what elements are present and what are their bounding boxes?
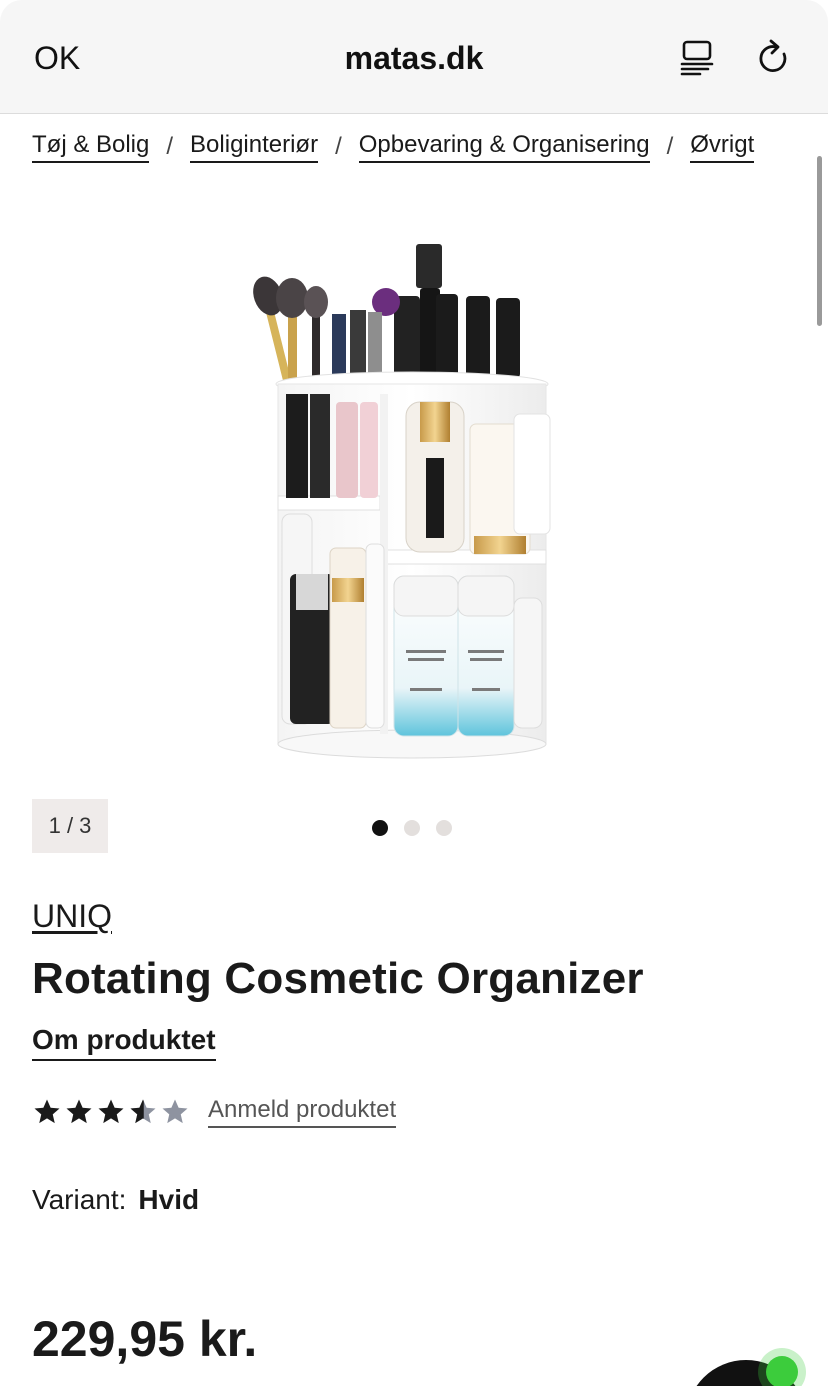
breadcrumb-item-opbevaring[interactable]: Opbevaring & Organisering [358, 131, 650, 163]
pagination-dot-2[interactable] [404, 820, 420, 836]
product-price: 229,95 kr. [32, 1311, 258, 1367]
scrollbar[interactable] [817, 156, 822, 326]
star-half-icon [130, 1099, 156, 1124]
about-product-link[interactable]: Om produktet [32, 1024, 216, 1061]
variant-value: Hvid [138, 1184, 200, 1215]
browser-toolbar: OK matas.dk [0, 0, 828, 114]
rating-stars [32, 1097, 190, 1127]
breadcrumb: Tøj & Bolig / Boliginteriør / Opbevaring… [32, 127, 802, 167]
star-empty-icon [162, 1099, 188, 1124]
reload-icon[interactable] [754, 38, 794, 78]
review-product-link[interactable]: Anmeld produktet [208, 1096, 397, 1128]
product-rating: Anmeld produktet [32, 1096, 397, 1128]
product-title: Rotating Cosmetic Organizer [32, 954, 644, 1003]
reader-view-icon[interactable] [678, 38, 718, 78]
brand-link[interactable]: UNIQ [32, 898, 112, 935]
breadcrumb-separator: / [666, 133, 674, 160]
image-counter: 1 / 3 [32, 799, 108, 853]
star-icon [66, 1099, 92, 1124]
breadcrumb-separator: / [166, 133, 174, 160]
image-pagination [372, 820, 452, 836]
variant-selector[interactable]: Variant: Hvid [32, 1184, 199, 1216]
star-icon [34, 1099, 60, 1124]
breadcrumb-item-toj-bolig[interactable]: Tøj & Bolig [32, 131, 150, 163]
breadcrumb-item-boliginterior[interactable]: Boliginteriør [190, 131, 319, 163]
pagination-dot-1[interactable] [372, 820, 388, 836]
breadcrumb-separator: / [335, 133, 342, 160]
online-status-indicator [766, 1356, 798, 1386]
pagination-dot-3[interactable] [436, 820, 452, 836]
breadcrumb-item-ovrigt[interactable]: Øvrigt [690, 131, 755, 163]
variant-label: Variant: [32, 1184, 127, 1215]
product-image[interactable] [136, 218, 696, 786]
product-page: OK matas.dk Tøj & Bolig / Boliginteriør … [0, 0, 828, 1386]
star-icon [98, 1099, 124, 1124]
